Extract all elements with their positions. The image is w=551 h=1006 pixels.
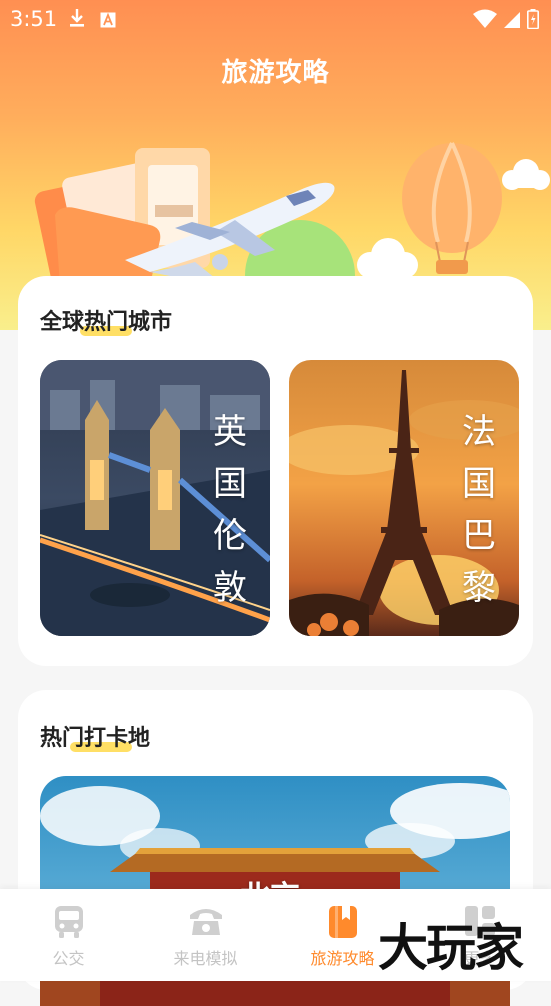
hot-cities-card: 全球热门城市 英 国 伦 敦 法 国 巴 黎 xyxy=(18,276,533,666)
telephone-icon xyxy=(188,905,224,941)
page-title: 旅游攻略 xyxy=(221,58,330,88)
cloud-icon xyxy=(502,159,550,190)
city-name-paris: 法 国 巴 黎 xyxy=(462,412,496,608)
wifi-icon xyxy=(473,9,497,34)
city-name-london: 英 国 伦 敦 xyxy=(213,412,247,608)
hot-cities-title: 全球热门城市 xyxy=(40,310,173,336)
hot-spots-title: 热门打卡地 xyxy=(40,726,151,752)
tab-bus[interactable]: 公交 xyxy=(0,889,137,981)
city-card-paris[interactable]: 法 国 巴 黎 xyxy=(289,360,519,636)
download-icon xyxy=(68,8,86,33)
watermark-logo: 大玩家 xyxy=(378,918,524,977)
bus-icon xyxy=(53,905,85,943)
battery-icon xyxy=(527,9,539,34)
hot-air-balloon-icon xyxy=(402,142,502,274)
city-card-london[interactable]: 英 国 伦 敦 xyxy=(40,360,270,636)
status-time: 3:51 xyxy=(10,7,58,31)
status-bar: 3:51 xyxy=(0,0,551,40)
cloud-icon xyxy=(357,238,418,278)
signal-icon xyxy=(503,10,521,34)
book-icon xyxy=(328,905,358,943)
tab-call-simulation[interactable]: 来电模拟 xyxy=(137,889,274,981)
keyboard-a-icon xyxy=(100,9,116,33)
travel-illustration xyxy=(34,142,550,290)
